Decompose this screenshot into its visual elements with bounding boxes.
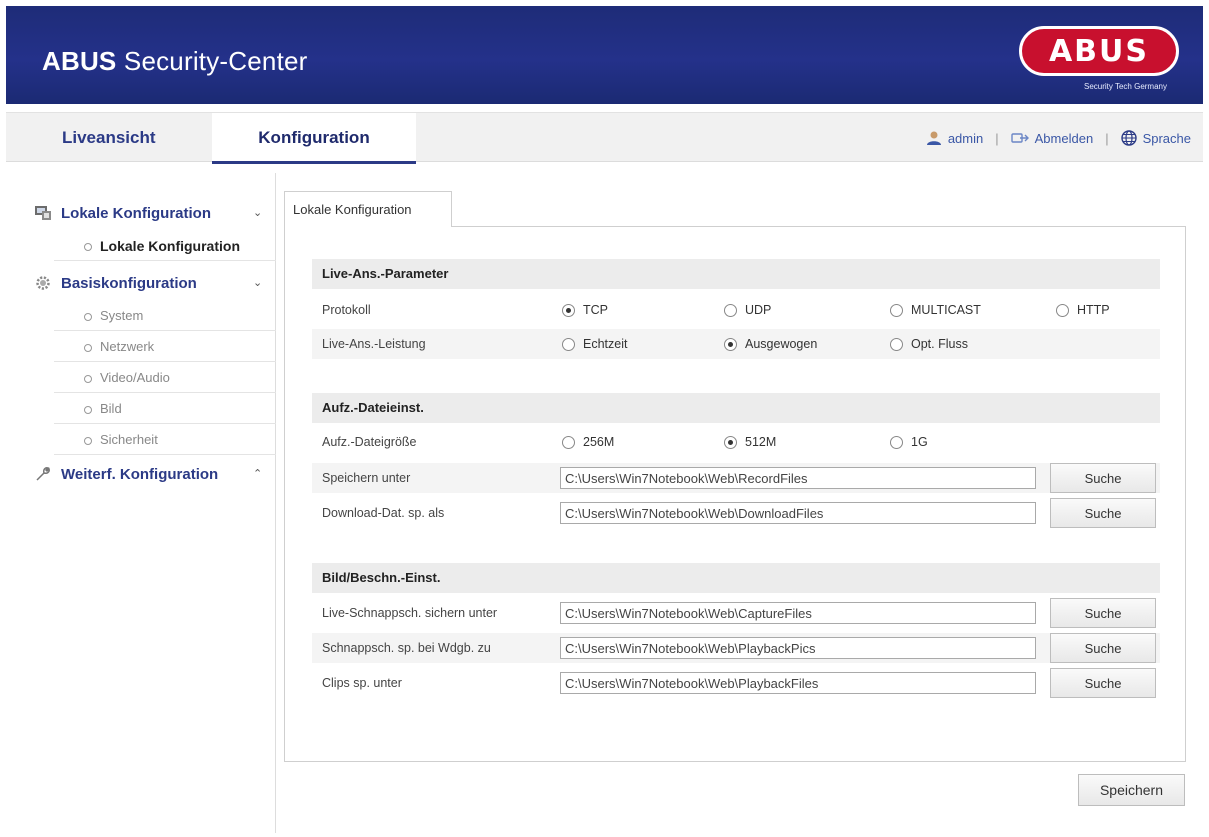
radio-unselected-icon xyxy=(562,435,575,449)
radio-512m[interactable]: 512M xyxy=(724,435,776,449)
bullet-icon xyxy=(84,312,92,321)
clips-path-input[interactable] xyxy=(560,672,1036,694)
logout-icon xyxy=(1010,133,1029,143)
row-speichern-unter: Speichern unter Suche xyxy=(312,463,1160,493)
gear-icon xyxy=(36,276,50,290)
bullet-icon xyxy=(84,343,92,352)
bullet-icon xyxy=(84,374,92,383)
globe-icon xyxy=(1120,130,1137,146)
row-protokoll: Protokoll TCP UDP MULTICAST HTTP xyxy=(322,303,1110,317)
row-live-leistung: Live-Ans.-Leistung Echtzeit Ausgewogen O… xyxy=(312,329,1160,359)
capture-path-input[interactable] xyxy=(560,602,1036,624)
abus-logo: ABUS Security Tech Germany xyxy=(1019,26,1179,98)
sidebar-item-netzwerk[interactable]: Netzwerk xyxy=(54,332,276,362)
user-link[interactable]: admin xyxy=(926,130,983,146)
sidebar-item-system[interactable]: System xyxy=(54,301,276,331)
radio-selected-icon xyxy=(724,435,737,449)
radio-unselected-icon xyxy=(1056,303,1069,317)
radio-unselected-icon xyxy=(890,435,903,449)
chevron-down-icon: ⌄ xyxy=(253,207,263,219)
radio-selected-icon xyxy=(724,337,737,351)
playback-pics-path-input[interactable] xyxy=(560,637,1036,659)
sidebar-item-video-audio[interactable]: Video/Audio xyxy=(54,363,276,393)
radio-unselected-icon xyxy=(724,303,737,317)
chevron-up-icon: ⌃ xyxy=(253,468,263,480)
save-button[interactable]: Speichern xyxy=(1078,774,1185,806)
radio-unselected-icon xyxy=(890,303,903,317)
logout-link[interactable]: Abmelden xyxy=(1010,131,1093,146)
monitor-icon xyxy=(35,206,51,220)
section-live-parameter: Live-Ans.-Parameter xyxy=(312,259,1160,289)
bullet-icon xyxy=(84,436,92,445)
radio-1g[interactable]: 1G xyxy=(890,435,928,449)
clips-path-browse-button[interactable]: Suche xyxy=(1050,668,1156,698)
sidebar-group-basiskonfiguration[interactable]: Basiskonfiguration ⌄ xyxy=(6,265,276,301)
wrench-icon xyxy=(36,467,50,481)
radio-unselected-icon xyxy=(562,337,575,351)
row-dateigroesse: Aufz.-Dateigröße 256M 512M 1G xyxy=(322,435,928,449)
sidebar-item-bild[interactable]: Bild xyxy=(54,394,276,424)
record-path-browse-button[interactable]: Suche xyxy=(1050,463,1156,493)
download-path-browse-button[interactable]: Suche xyxy=(1050,498,1156,528)
row-clips: Clips sp. unter Suche xyxy=(312,668,1160,698)
app-title: ABUS Security-Center xyxy=(42,46,308,76)
language-link[interactable]: Sprache xyxy=(1120,130,1191,146)
radio-ausgewogen[interactable]: Ausgewogen xyxy=(724,337,817,351)
download-path-input[interactable] xyxy=(560,502,1036,524)
radio-multicast[interactable]: MULTICAST xyxy=(890,303,981,317)
radio-256m[interactable]: 256M xyxy=(562,435,614,449)
radio-opt-fluss[interactable]: Opt. Fluss xyxy=(890,337,968,351)
playback-pics-browse-button[interactable]: Suche xyxy=(1050,633,1156,663)
sidebar-item-sicherheit[interactable]: Sicherheit xyxy=(54,425,276,455)
record-path-input[interactable] xyxy=(560,467,1036,489)
sidebar: Lokale Konfiguration ⌄ Lokale Konfigurat… xyxy=(6,173,276,833)
section-aufz-dateieinst: Aufz.-Dateieinst. xyxy=(312,393,1160,423)
capture-path-browse-button[interactable]: Suche xyxy=(1050,598,1156,628)
radio-http[interactable]: HTTP xyxy=(1056,303,1110,317)
radio-tcp[interactable]: TCP xyxy=(562,303,608,317)
tab-konfiguration[interactable]: Konfiguration xyxy=(212,113,416,164)
radio-selected-icon xyxy=(562,303,575,317)
nav-user-area: admin | Abmelden | Sprache xyxy=(926,113,1191,163)
row-live-schnappsch: Live-Schnappsch. sichern unter Suche xyxy=(312,598,1160,628)
config-panel: Live-Ans.-Parameter Protokoll TCP UDP MU… xyxy=(284,226,1186,762)
radio-udp[interactable]: UDP xyxy=(724,303,771,317)
radio-echtzeit[interactable]: Echtzeit xyxy=(562,337,627,351)
user-icon xyxy=(926,131,941,145)
section-bild-beschn-einst: Bild/Beschn.-Einst. xyxy=(312,563,1160,593)
sidebar-group-lokale-konfiguration[interactable]: Lokale Konfiguration ⌄ xyxy=(6,195,276,231)
bullet-icon xyxy=(84,405,92,414)
app-header: ABUS Security-Center ABUS Security Tech … xyxy=(6,6,1203,104)
row-download-dat: Download-Dat. sp. als Suche xyxy=(312,498,1160,528)
tab-liveansicht[interactable]: Liveansicht xyxy=(62,113,156,163)
row-schnappsch-wdgb: Schnappsch. sp. bei Wdgb. zu Suche xyxy=(312,633,1160,663)
sidebar-item-lokale-konfiguration[interactable]: Lokale Konfiguration xyxy=(54,231,276,261)
radio-unselected-icon xyxy=(890,337,903,351)
top-nav: Liveansicht Konfiguration admin | Abmeld… xyxy=(6,112,1203,164)
sidebar-group-weiterf-konfiguration[interactable]: Weiterf. Konfiguration ⌃ xyxy=(6,456,276,492)
content-tab-lokale-konfiguration[interactable]: Lokale Konfiguration xyxy=(284,191,452,227)
chevron-down-icon: ⌄ xyxy=(253,277,263,289)
bullet-icon xyxy=(84,243,92,252)
